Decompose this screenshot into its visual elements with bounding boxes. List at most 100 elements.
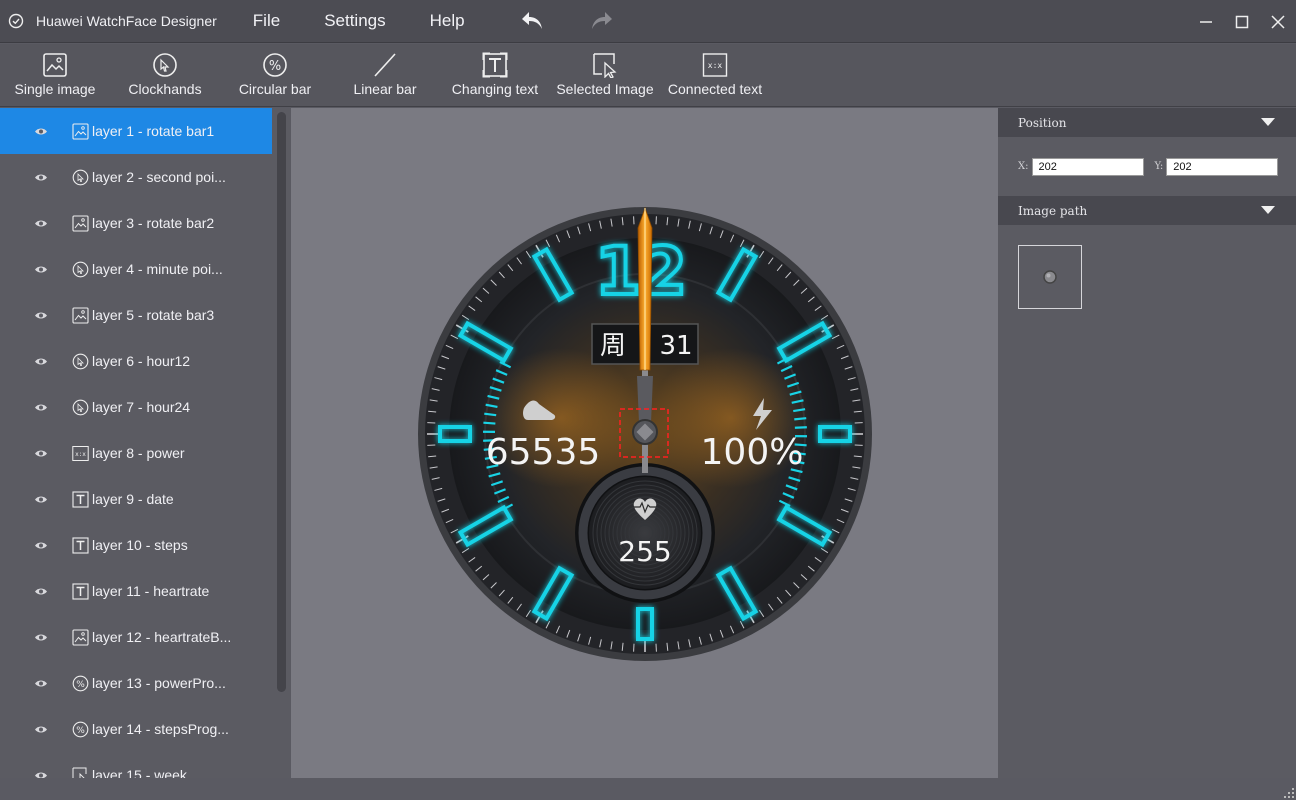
layer-row[interactable]: % layer 14 - stepsProg... (0, 706, 272, 752)
watchface-preview[interactable]: 12 周 31 65535 100% 255 (291, 108, 998, 778)
eye-icon[interactable] (33, 632, 49, 642)
position-section-header[interactable]: Position (998, 108, 1296, 137)
eye-icon[interactable] (33, 586, 49, 596)
diagonal-line-icon (371, 51, 399, 79)
eye-icon[interactable] (33, 724, 49, 734)
layer-label: layer 3 - rotate bar2 (92, 215, 215, 231)
clockhands-tool[interactable]: Clockhands (110, 44, 220, 107)
layer-row[interactable]: layer 1 - rotate bar1 (0, 108, 272, 154)
date-day: 31 (659, 331, 692, 361)
layer-label: layer 14 - stepsProg... (92, 721, 229, 737)
svg-text:x:x: x:x (75, 451, 86, 458)
design-canvas[interactable]: 12 周 31 65535 100% 255 (291, 108, 998, 778)
linear-bar-tool[interactable]: Linear bar (330, 44, 440, 107)
text-layer-icon (72, 536, 89, 554)
layer-label: layer 12 - heartrateB... (92, 629, 232, 645)
layer-row[interactable]: % layer 13 - powerPro... (0, 660, 272, 706)
eye-icon[interactable] (33, 402, 49, 412)
layer-label: layer 8 - power (92, 445, 185, 461)
layer-label: layer 13 - powerPro... (92, 675, 226, 691)
position-row: X: Y: (998, 137, 1296, 196)
properties-panel: Position X: Y: Image path (998, 108, 1296, 800)
layer-row[interactable]: x:x layer 8 - power (0, 430, 272, 476)
text-box-icon (481, 51, 509, 79)
selected-layer-icon (72, 767, 89, 778)
layer-row[interactable]: layer 5 - rotate bar3 (0, 292, 272, 338)
layer-row[interactable]: layer 2 - second poi... (0, 154, 272, 200)
selected-image-tool[interactable]: Selected Image (550, 44, 660, 107)
layer-row[interactable]: layer 6 - hour12 (0, 338, 272, 384)
changing-text-label: Changing text (451, 81, 539, 97)
image-thumbnail[interactable] (1018, 245, 1082, 309)
menu-file[interactable]: File (253, 11, 280, 31)
layer-label: layer 5 - rotate bar3 (92, 307, 215, 323)
undo-icon[interactable] (519, 8, 545, 34)
layer-row[interactable]: layer 3 - rotate bar2 (0, 200, 272, 246)
resize-grip-icon[interactable] (1284, 788, 1294, 798)
minimize-icon[interactable] (1188, 0, 1224, 43)
connected-text-tool[interactable]: x:x Connected text (660, 44, 770, 107)
eye-icon[interactable] (33, 678, 49, 688)
svg-text:x:x: x:x (708, 61, 723, 70)
layer-label: layer 4 - minute poi... (92, 261, 223, 277)
layer-label: layer 15 - week (92, 767, 187, 778)
clockhand-layer-icon (72, 261, 89, 278)
close-icon[interactable] (1260, 0, 1296, 43)
image-layer-icon (72, 628, 89, 646)
layer-row[interactable]: layer 10 - steps (0, 522, 272, 568)
layer-row[interactable]: layer 12 - heartrateB... (0, 614, 272, 660)
eye-icon[interactable] (33, 356, 49, 366)
eye-icon[interactable] (33, 770, 49, 778)
layer-label: layer 11 - heartrate (92, 583, 210, 599)
menu-settings[interactable]: Settings (324, 11, 385, 31)
clockhand-layer-icon (72, 399, 89, 416)
redo-icon[interactable] (589, 8, 615, 34)
menu-help[interactable]: Help (430, 11, 465, 31)
layer-row[interactable]: layer 7 - hour24 (0, 384, 272, 430)
layer-label: layer 7 - hour24 (92, 399, 191, 415)
eye-icon[interactable] (33, 310, 49, 320)
eye-icon[interactable] (33, 264, 49, 274)
x-input[interactable] (1031, 157, 1144, 176)
eye-icon[interactable] (33, 172, 49, 182)
connected-text-label: Connected text (667, 81, 763, 97)
clockhands-label: Clockhands (128, 81, 202, 97)
eye-icon[interactable] (33, 126, 49, 136)
image-path-section-header[interactable]: Image path (998, 196, 1296, 225)
eye-icon[interactable] (33, 448, 49, 458)
layer-scrollbar[interactable] (277, 112, 286, 692)
y-input[interactable] (1166, 157, 1279, 176)
clockhands-icon (151, 51, 179, 79)
linear-bar-label: Linear bar (353, 81, 417, 97)
power-value: 100% (701, 432, 804, 473)
progress-segment (483, 421, 496, 425)
layer-row[interactable]: layer 11 - heartrate (0, 568, 272, 614)
status-bar (0, 778, 1296, 800)
x-label: X: (1018, 161, 1029, 172)
steps-value: 65535 (486, 432, 601, 473)
eye-icon[interactable] (33, 218, 49, 228)
image-layer-icon (72, 122, 89, 140)
circular-bar-label: Circular bar (238, 81, 312, 97)
layer-row[interactable]: layer 9 - date (0, 476, 272, 522)
maximize-icon[interactable] (1224, 0, 1260, 43)
eye-icon[interactable] (33, 494, 49, 504)
layer-label: layer 9 - date (92, 491, 174, 507)
svg-text:%: % (76, 726, 85, 736)
image-path-title: Image path (1018, 203, 1088, 218)
connected-layer-icon: x:x (72, 445, 89, 462)
changing-text-tool[interactable]: Changing text (440, 44, 550, 107)
single-image-tool[interactable]: Single image (0, 44, 110, 107)
layer-label: layer 6 - hour12 (92, 353, 191, 369)
circular-layer-icon: % (72, 721, 89, 738)
layer-row[interactable]: layer 15 - week (0, 752, 272, 778)
position-title: Position (1018, 115, 1067, 130)
eye-icon[interactable] (33, 540, 49, 550)
collapse-triangle-icon[interactable] (1260, 204, 1276, 218)
collapse-triangle-icon[interactable] (1260, 116, 1276, 130)
connected-text-icon: x:x (701, 51, 729, 79)
percent-circle-icon: % (261, 51, 289, 79)
svg-text:%: % (269, 59, 281, 74)
circular-bar-tool[interactable]: % Circular bar (220, 44, 330, 107)
layer-row[interactable]: layer 4 - minute poi... (0, 246, 272, 292)
